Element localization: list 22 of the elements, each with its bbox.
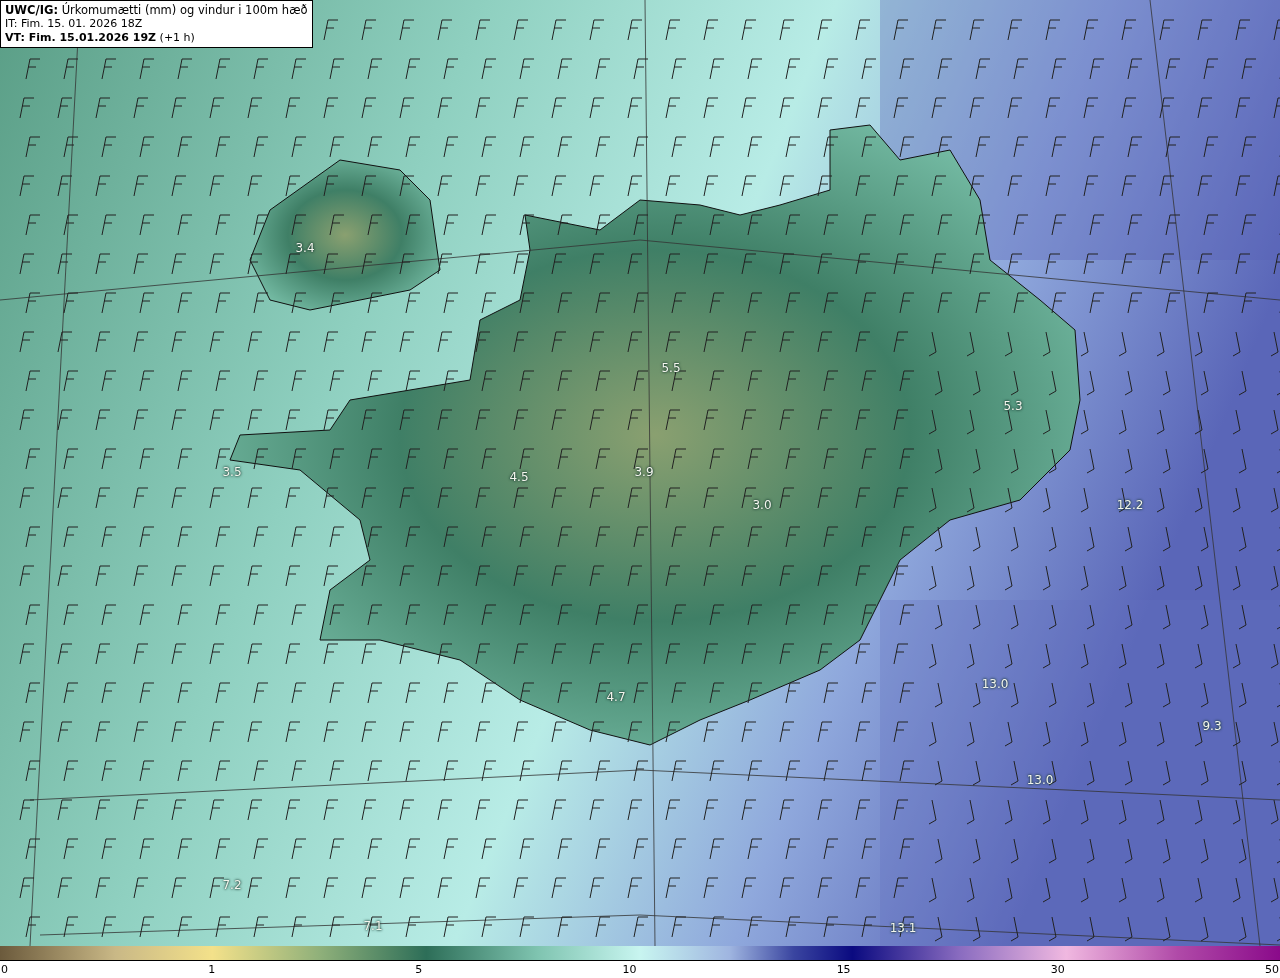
scale-tick-label: 15 [836,962,851,978]
map-value-label: 5.5 [661,361,681,375]
scale-tick-label: 10 [622,962,637,978]
map-value-label: 3.5 [222,465,242,479]
map-value-label: 5.3 [1003,399,1023,413]
scale-tick-label: 50 [1264,962,1279,978]
scale-tick-label: 30 [1050,962,1065,978]
map-value-label: 9.3 [1202,719,1222,733]
scale-tick-label: 0 [1,962,8,978]
valid-time: VT: Fim. 15.01.2026 19Z (+1 h) [5,31,196,45]
map-value-label: 13.0 [981,677,1009,691]
map-value-label: 4.7 [606,690,626,704]
map-value-label: 7.2 [222,878,242,892]
map-value-label: 3.9 [634,465,654,479]
scale-tick-label: 5 [415,962,423,978]
scale-tick-label: 1 [208,962,216,978]
map-value-label: 3.4 [295,241,315,255]
map-value-label: 13.0 [1026,773,1054,787]
map-value-label: 4.5 [509,470,529,484]
map-value-label: 3.0 [752,498,772,512]
map-title: UWC/IG: Úrkomumætti (mm) og vindur i 100m hæð [5,3,308,17]
initial-time: IT: Fim. 15. 01. 2026 18Z [5,17,144,31]
